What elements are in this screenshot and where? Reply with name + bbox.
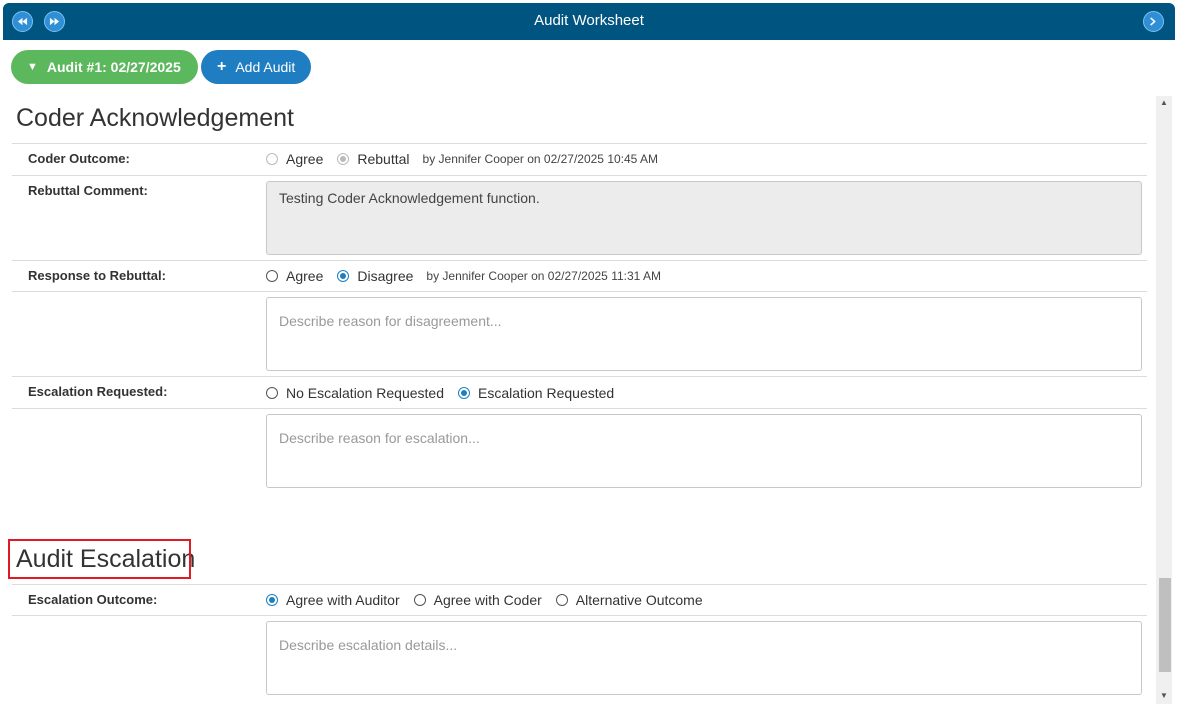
scrollbar-thumb[interactable] <box>1159 578 1171 672</box>
escalation-outcome-row: Escalation Outcome: Agree with Auditor A… <box>12 584 1147 616</box>
response-rebuttal-options: Agree Disagree by Jennifer Cooper on 02/… <box>266 268 661 284</box>
scrollbar[interactable]: ▲ ▼ <box>1156 96 1172 704</box>
escalation-requested-row: Escalation Requested: No Escalation Requ… <box>12 376 1147 409</box>
response-rebuttal-label: Response to Rebuttal: <box>28 268 166 283</box>
worksheet-content[interactable]: Coder Acknowledgement Coder Outcome: Agr… <box>0 96 1156 712</box>
add-audit-label: Add Audit <box>235 59 296 75</box>
chevron-right-icon[interactable] <box>1143 11 1164 32</box>
escalation-requested-radio[interactable]: Escalation Requested <box>458 385 614 401</box>
caret-down-icon: ▼ <box>27 61 38 73</box>
escalation-outcome-label: Escalation Outcome: <box>28 592 158 607</box>
audit-select-label: Audit #1: 02/27/2025 <box>46 59 181 75</box>
escalation-outcome-options: Agree with Auditor Agree with Coder Alte… <box>266 592 717 608</box>
coder-outcome-byline: by Jennifer Cooper on 02/27/2025 10:45 A… <box>422 152 659 166</box>
disagreement-reason-input[interactable]: Describe reason for disagreement... <box>266 297 1142 371</box>
escalation-details-input[interactable]: Describe escalation details... <box>266 621 1142 695</box>
coder-outcome-options: Agree Rebuttal by Jennifer Cooper on 02/… <box>266 151 658 167</box>
coder-ack-heading: Coder Acknowledgement <box>16 104 294 132</box>
audit-select-button[interactable]: ▼ Audit #1: 02/27/2025 <box>11 50 198 84</box>
no-escalation-radio[interactable]: No Escalation Requested <box>266 385 444 401</box>
add-audit-button[interactable]: + Add Audit <box>201 50 311 84</box>
escalation-requested-options: No Escalation Requested Escalation Reque… <box>266 385 628 401</box>
title-bar: Audit Worksheet <box>3 3 1175 40</box>
coder-outcome-agree-radio[interactable]: Agree <box>266 151 323 167</box>
agree-coder-radio[interactable]: Agree with Coder <box>413 592 542 608</box>
alternative-outcome-radio[interactable]: Alternative Outcome <box>555 592 703 608</box>
escalation-requested-label: Escalation Requested: <box>28 384 168 399</box>
agree-auditor-radio[interactable]: Agree with Auditor <box>266 592 400 608</box>
plus-icon: + <box>217 58 227 75</box>
coder-outcome-rebuttal-radio[interactable]: Rebuttal <box>337 151 410 167</box>
escalation-reason-input[interactable]: Describe reason for escalation... <box>266 414 1142 488</box>
rebuttal-comment-label: Rebuttal Comment: <box>28 183 148 198</box>
response-disagree-radio[interactable]: Disagree <box>337 268 413 284</box>
response-agree-radio[interactable]: Agree <box>266 268 323 284</box>
coder-outcome-label: Coder Outcome: <box>28 151 130 166</box>
response-rebuttal-row: Response to Rebuttal: Agree Disagree by … <box>12 260 1147 293</box>
scroll-down-icon[interactable]: ▼ <box>1156 690 1172 702</box>
response-byline: by Jennifer Cooper on 02/27/2025 11:31 A… <box>426 269 661 283</box>
window-title: Audit Worksheet <box>534 12 644 29</box>
highlight-box <box>8 539 191 579</box>
scroll-up-icon[interactable]: ▲ <box>1156 97 1172 109</box>
coder-outcome-row: Coder Outcome: Agree Rebuttal by Jennife… <box>12 143 1147 176</box>
audit-toolbar: ▼ Audit #1: 02/27/2025 + Add Audit <box>11 50 311 84</box>
rebuttal-comment-field: Testing Coder Acknowledgement function. <box>266 181 1142 255</box>
